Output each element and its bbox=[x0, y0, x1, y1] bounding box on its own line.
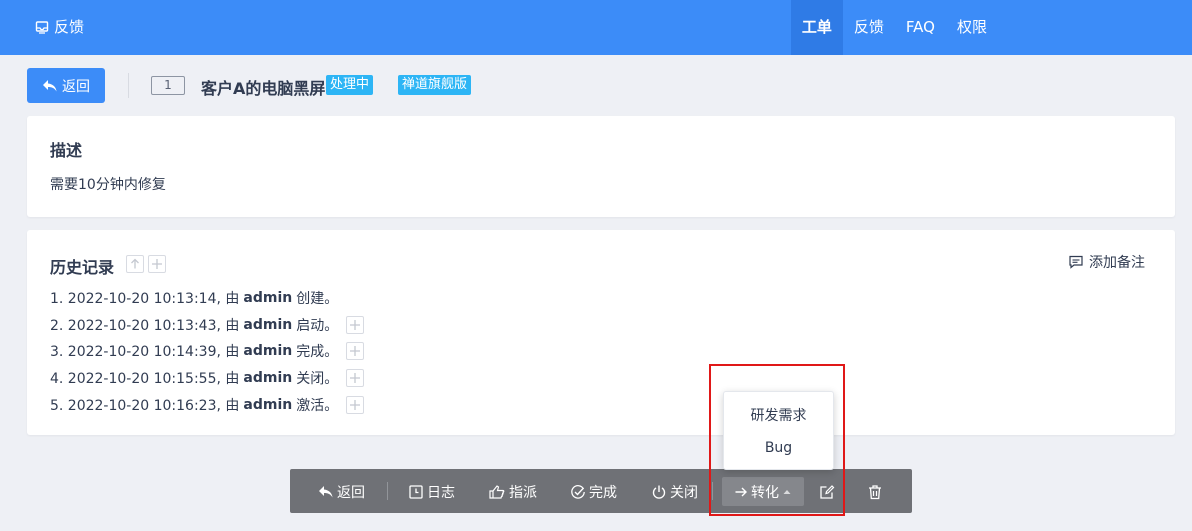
history-entry: 3. 2022-10-20 10:14:39, 由 admin 完成。 bbox=[50, 338, 365, 365]
toolbar-convert-label: 转化 bbox=[751, 484, 779, 501]
convert-dropdown-menu: 研发需求 Bug bbox=[723, 391, 834, 470]
toolbar-finish-button[interactable]: 完成 bbox=[570, 477, 617, 506]
history-entry-action: 创建。 bbox=[296, 291, 339, 308]
history-entry-time: 1. 2022-10-20 10:13:14, 由 bbox=[50, 291, 240, 308]
expand-entry-button[interactable] bbox=[346, 342, 365, 361]
toolbar-close-label: 关闭 bbox=[670, 484, 698, 501]
description-heading: 描述 bbox=[50, 141, 83, 160]
check-circle-icon bbox=[571, 484, 585, 499]
expand-entry-button[interactable] bbox=[346, 315, 365, 334]
plus-icon bbox=[152, 259, 162, 269]
toolbar-assign-button[interactable]: 指派 bbox=[488, 477, 537, 506]
brand-label: 反馈 bbox=[54, 18, 85, 36]
history-heading: 历史记录 bbox=[50, 258, 115, 277]
plus-icon bbox=[350, 399, 361, 410]
expand-all-button[interactable] bbox=[148, 255, 166, 273]
history-entry: 2. 2022-10-20 10:13:43, 由 admin 启动。 bbox=[50, 312, 365, 339]
sort-history-button[interactable] bbox=[126, 255, 144, 273]
history-card: 历史记录 添加备注 1. 2022-10-20 10:13:14, 由 admi… bbox=[27, 230, 1175, 435]
expand-entry-button[interactable] bbox=[346, 395, 365, 414]
plus-icon bbox=[350, 319, 361, 330]
caret-up-icon bbox=[783, 489, 791, 494]
nav-tab-feedback[interactable]: 反馈 bbox=[843, 0, 895, 55]
nav-tab-permissions[interactable]: 权限 bbox=[946, 0, 998, 55]
history-entry-time: 3. 2022-10-20 10:14:39, 由 bbox=[50, 344, 240, 361]
description-card: 描述 需要10分钟内修复 bbox=[27, 116, 1175, 217]
history-entry-action: 关闭。 bbox=[296, 371, 339, 388]
comment-icon bbox=[1069, 255, 1083, 269]
history-entry-time: 4. 2022-10-20 10:15:55, 由 bbox=[50, 371, 240, 388]
ticket-id: 1 bbox=[151, 76, 185, 95]
history-entry: 5. 2022-10-20 10:16:23, 由 admin 激活。 bbox=[50, 391, 365, 418]
history-entry-action: 启动。 bbox=[296, 317, 339, 334]
toolbar-edit-button[interactable] bbox=[819, 477, 835, 506]
back-button[interactable]: 返回 bbox=[27, 68, 105, 103]
history-entry-user: admin bbox=[243, 343, 293, 360]
history-entry-user: admin bbox=[243, 370, 293, 387]
history-entry-time: 2. 2022-10-20 10:13:43, 由 bbox=[50, 317, 240, 334]
history-entry: 4. 2022-10-20 10:15:55, 由 admin 关闭。 bbox=[50, 365, 365, 392]
history-entry-user: admin bbox=[243, 316, 293, 333]
toolbar-divider bbox=[712, 482, 713, 500]
toolbar-delete-button[interactable] bbox=[867, 477, 883, 506]
arrow-up-icon bbox=[131, 258, 139, 269]
history-entry-user: admin bbox=[243, 396, 293, 413]
add-note-label: 添加备注 bbox=[1089, 255, 1145, 271]
back-button-label: 返回 bbox=[62, 78, 90, 95]
history-entry-action: 激活。 bbox=[296, 397, 339, 414]
expand-entry-button[interactable] bbox=[346, 369, 365, 388]
top-navbar: 反馈 工单 反馈 FAQ 权限 bbox=[0, 0, 1192, 55]
main-nav: 工单 反馈 FAQ 权限 bbox=[790, 0, 998, 55]
toolbar-divider bbox=[387, 482, 388, 500]
power-icon bbox=[652, 485, 666, 499]
hand-pointer-icon bbox=[489, 484, 505, 499]
page-title: 客户A的电脑黑屏 bbox=[201, 79, 326, 98]
product-badge: 禅道旗舰版 bbox=[398, 75, 472, 95]
convert-option-story[interactable]: 研发需求 bbox=[724, 400, 833, 432]
clock-icon bbox=[409, 484, 423, 499]
toolbar-close-button[interactable]: 关闭 bbox=[651, 477, 698, 506]
toolbar-assign-label: 指派 bbox=[509, 484, 537, 501]
convert-option-bug[interactable]: Bug bbox=[724, 432, 833, 464]
app-brand[interactable]: 反馈 bbox=[34, 16, 84, 37]
nav-tab-faq[interactable]: FAQ bbox=[895, 0, 946, 55]
toolbar-log-label: 日志 bbox=[427, 484, 455, 501]
toolbar-back-label: 返回 bbox=[337, 484, 365, 501]
edit-icon bbox=[820, 484, 835, 499]
trash-icon bbox=[869, 484, 881, 499]
history-entry-action: 完成。 bbox=[296, 344, 339, 361]
action-toolbar: 返回 日志 指派 完成 关闭 转化 bbox=[290, 469, 912, 513]
toolbar-finish-label: 完成 bbox=[589, 484, 617, 501]
history-entry-user: admin bbox=[243, 290, 293, 307]
arrow-right-icon bbox=[735, 487, 747, 496]
back-arrow-icon bbox=[43, 79, 57, 91]
description-body: 需要10分钟内修复 bbox=[50, 177, 166, 193]
toolbar-log-button[interactable]: 日志 bbox=[408, 477, 455, 506]
divider bbox=[128, 73, 129, 98]
toolbar-convert-button[interactable]: 转化 bbox=[722, 477, 804, 506]
status-badge: 处理中 bbox=[326, 75, 374, 95]
plus-icon bbox=[350, 373, 361, 384]
nav-tab-ticket[interactable]: 工单 bbox=[790, 0, 843, 55]
history-list: 1. 2022-10-20 10:13:14, 由 admin 创建。 2. 2… bbox=[50, 285, 365, 418]
history-entry-time: 5. 2022-10-20 10:16:23, 由 bbox=[50, 397, 240, 414]
plus-icon bbox=[350, 346, 361, 357]
feedback-icon bbox=[35, 20, 49, 34]
add-note-button[interactable]: 添加备注 bbox=[1068, 252, 1145, 272]
back-arrow-icon bbox=[319, 485, 333, 497]
history-entry: 1. 2022-10-20 10:13:14, 由 admin 创建。 bbox=[50, 285, 364, 312]
toolbar-back-button[interactable]: 返回 bbox=[318, 477, 365, 506]
